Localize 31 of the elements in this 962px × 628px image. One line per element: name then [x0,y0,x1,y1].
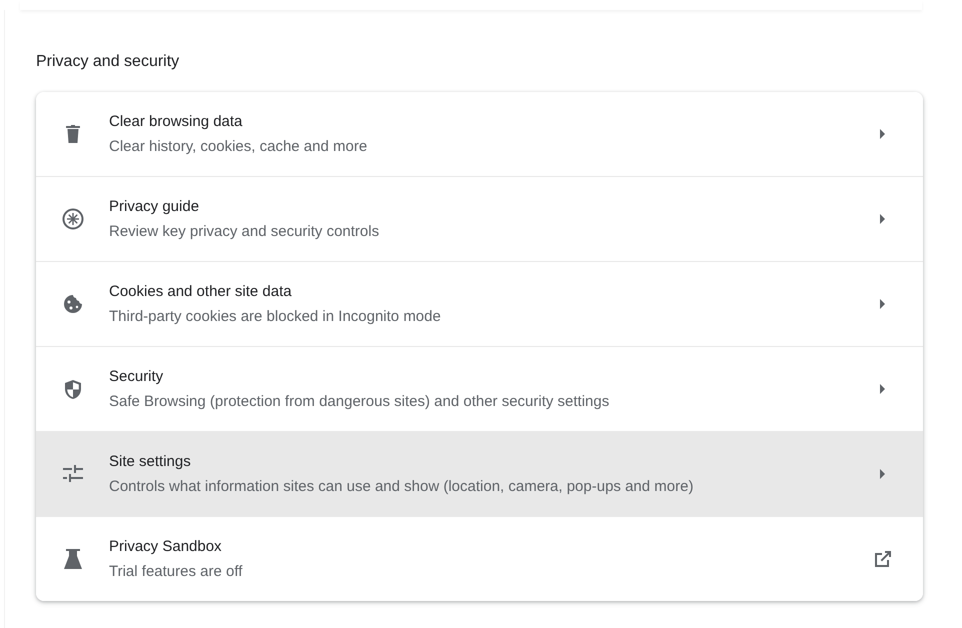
settings-row[interactable]: Cookies and other site data Third-party cookies are blocked in Incognito mode [36,262,923,347]
row-title: Security [109,367,164,386]
trash-icon [66,125,80,143]
settings-row[interactable]: Security Safe Browsing (protection from dangerous sites) and other security settings [36,347,923,432]
settings-row[interactable]: Privacy guide Review key privacy and security controls [36,177,923,262]
arrow-icon [880,129,886,139]
settings-row[interactable]: Privacy Sandbox Trial features are off [36,517,923,601]
shield-icon [64,378,82,400]
arrow-icon [880,214,886,224]
row-title: Site settings [109,452,192,471]
row-subtitle: Third-party cookies are blocked in Incognito mode [109,307,442,326]
row-title: Privacy Sandbox [109,537,223,556]
compass-icon [62,208,84,230]
section-title: Privacy and security [36,52,180,72]
row-title: Clear browsing data [109,112,244,131]
row-subtitle: Controls what information sites can use and show (location, camera, pop-ups and more) [109,477,694,496]
row-title: Cookies and other site data [109,282,293,301]
cookie-icon [62,294,82,314]
row-subtitle: Trial features are off [109,562,244,581]
row-subtitle: Review key privacy and security controls [109,222,380,241]
row-subtitle: Safe Browsing (protection from dangerous sites) and other security settings [109,392,610,411]
settings-row[interactable]: Clear browsing data Clear history, cookies, cache and more [36,92,923,177]
row-subtitle: Clear history, cookies, cache and more [109,137,368,156]
external-link-icon [874,550,892,568]
sliders-icon [62,465,82,483]
row-title: Privacy guide [109,197,200,216]
arrow-icon [880,384,886,394]
flask-icon [64,549,82,569]
arrow-icon [880,469,886,479]
arrow-icon [880,299,886,309]
settings-row[interactable]: Site settings Controls what information sites can use and show (location, camera, pop-ups and more) [36,432,923,517]
